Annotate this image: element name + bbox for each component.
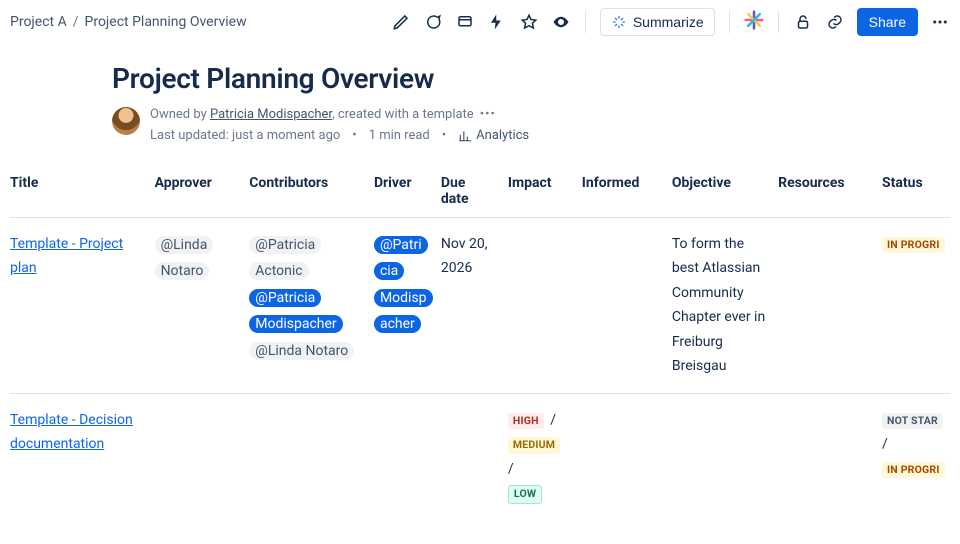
avatar[interactable] [112, 107, 140, 135]
share-button[interactable]: Share [857, 8, 918, 36]
table-row: Template - Project plan @Linda Notaro @Pat… [10, 217, 950, 393]
breadcrumb-current[interactable]: Project Planning Overview [85, 14, 247, 30]
user-mention[interactable]: @Patricia Actonic [249, 236, 321, 281]
user-mention[interactable]: @Linda Notaro [155, 236, 214, 281]
toolbar: Summarize Share [391, 8, 950, 36]
col-approver: Approver [149, 165, 244, 218]
row-title-link[interactable]: Template - Decision documentation [10, 412, 133, 453]
status-lozenge: IN PROGRI [882, 237, 945, 254]
read-time: 1 min read [369, 126, 430, 147]
col-due-date: Due date [435, 165, 502, 218]
impact-lozenge: MEDIUM [508, 437, 560, 454]
col-informed: Informed [576, 165, 666, 218]
due-date-cell [435, 393, 502, 520]
col-title: Title [10, 165, 149, 218]
user-mention[interactable]: @Patricia Modispacher [374, 236, 433, 334]
presentation-icon[interactable] [455, 12, 475, 32]
col-objective: Objective [666, 165, 772, 218]
analytics-link[interactable]: Analytics [458, 126, 529, 147]
objective-cell [666, 393, 772, 520]
analytics-icon [458, 129, 472, 143]
objective-cell: To form the best Atlassian Community Cha… [666, 217, 772, 393]
owned-by-label: Owned by [150, 107, 210, 122]
due-date-cell: Nov 20, 2026 [435, 217, 502, 393]
watch-icon[interactable] [551, 12, 571, 32]
row-title-link[interactable]: Template - Project plan [10, 236, 123, 277]
toolbar-divider [778, 11, 779, 33]
ai-sparkle-icon [611, 14, 627, 30]
status-separator: / [882, 432, 944, 457]
breadcrumb-separator: / [73, 14, 79, 30]
comment-icon[interactable] [423, 12, 443, 32]
last-updated: Last updated: just a moment ago [150, 126, 340, 147]
col-contributors: Contributors [243, 165, 368, 218]
star-icon[interactable] [519, 12, 539, 32]
breadcrumb-parent[interactable]: Project A [10, 14, 67, 30]
user-mention[interactable]: @Patricia Modispacher [249, 289, 342, 334]
breadcrumb: Project A / Project Planning Overview [10, 14, 247, 30]
col-resources: Resources [772, 165, 876, 218]
toolbar-divider [729, 11, 730, 33]
restrictions-icon[interactable] [793, 12, 813, 32]
byline-more-icon[interactable]: ••• [480, 107, 496, 122]
summarize-button[interactable]: Summarize [600, 8, 715, 36]
col-driver: Driver [368, 165, 435, 218]
impact-lozenge: HIGH [508, 413, 544, 430]
status-lozenge: IN PROGRI [882, 462, 945, 479]
status-lozenge: NOT STAR [882, 413, 943, 430]
table-row: Template - Decision documentationHIGH / … [10, 393, 950, 520]
overview-table: Title Approver Contributors Driver Due d… [10, 165, 950, 520]
impact-lozenge: LOW [508, 485, 542, 504]
link-icon[interactable] [825, 12, 845, 32]
page-title: Project Planning Overview [112, 62, 950, 95]
toolbar-divider [585, 11, 586, 33]
col-status: Status [876, 165, 950, 218]
edit-icon[interactable] [391, 12, 411, 32]
automation-icon[interactable] [487, 12, 507, 32]
loom-icon[interactable] [744, 10, 764, 34]
user-mention[interactable]: @Linda Notaro [249, 342, 354, 360]
col-impact: Impact [502, 165, 576, 218]
more-icon[interactable] [930, 12, 950, 32]
owner-link[interactable]: Patricia Modispacher [210, 107, 332, 122]
summarize-label: Summarize [633, 14, 704, 30]
created-suffix: , created with a template [332, 107, 474, 122]
